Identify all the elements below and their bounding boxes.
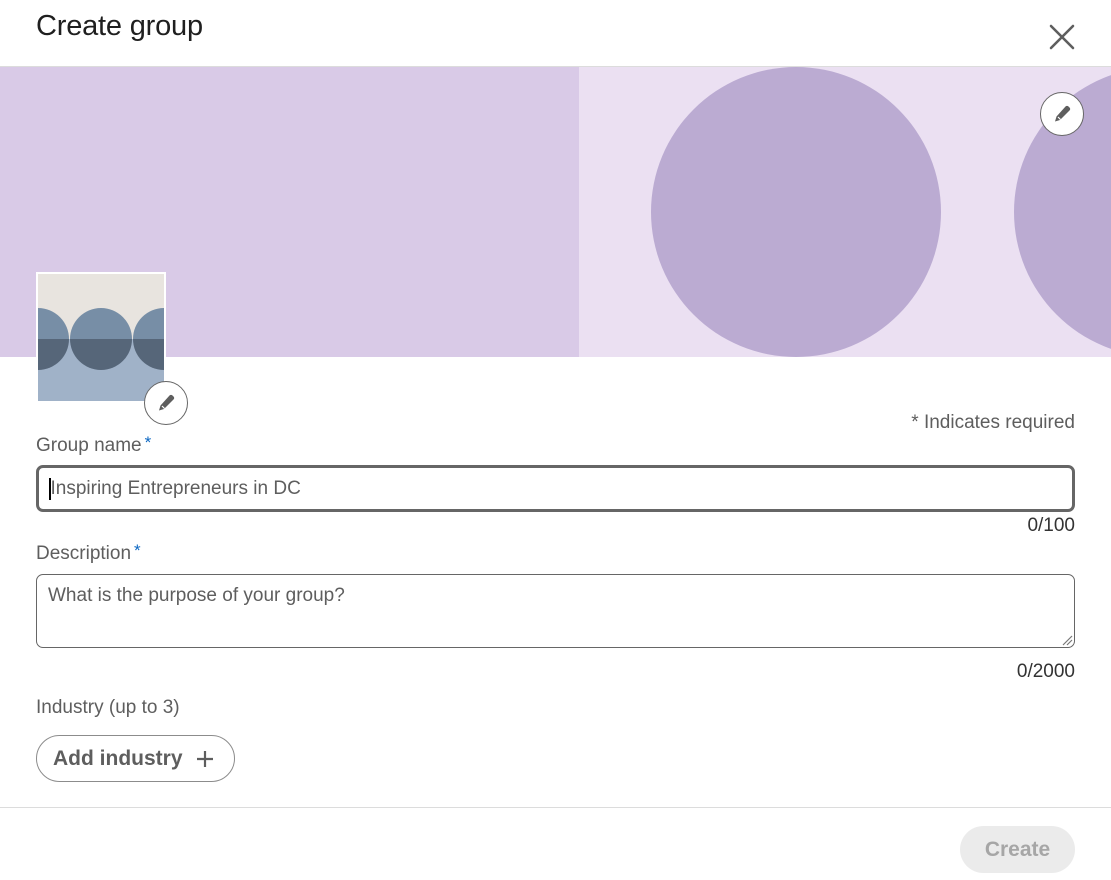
create-button[interactable]: Create xyxy=(960,826,1075,873)
add-industry-button[interactable]: Add industry xyxy=(36,735,235,782)
footer-divider xyxy=(0,807,1111,808)
required-asterisk: * xyxy=(134,541,141,560)
description-textarea[interactable]: What is the purpose of your group? xyxy=(36,574,1075,648)
cover-banner xyxy=(0,67,1111,357)
group-name-label: Group name * xyxy=(36,433,152,457)
plus-icon xyxy=(196,750,213,767)
group-name-counter: 0/100 xyxy=(1027,515,1075,536)
industry-label: Industry (up to 3) xyxy=(36,697,180,718)
dialog-title: Create group xyxy=(36,10,203,42)
group-name-placeholder: Inspiring Entrepreneurs in DC xyxy=(50,477,301,499)
group-name-label-text: Group name xyxy=(36,435,142,456)
pencil-icon xyxy=(159,394,175,411)
resize-handle-icon[interactable] xyxy=(1061,634,1073,646)
edit-banner-button[interactable] xyxy=(1040,92,1084,136)
description-label: Description * xyxy=(36,541,141,565)
pencil-icon xyxy=(1055,105,1071,122)
close-button[interactable] xyxy=(1038,13,1086,61)
banner-circle xyxy=(651,67,941,357)
description-placeholder: What is the purpose of your group? xyxy=(48,585,345,606)
logo-image xyxy=(38,274,164,401)
required-asterisk: * xyxy=(144,433,152,452)
required-note: * Indicates required xyxy=(911,412,1075,433)
description-counter: 0/2000 xyxy=(1016,661,1075,682)
add-industry-label: Add industry xyxy=(53,746,183,770)
group-name-input[interactable]: Inspiring Entrepreneurs in DC xyxy=(36,465,1075,512)
edit-logo-button[interactable] xyxy=(144,381,188,425)
group-logo xyxy=(36,272,166,401)
close-icon xyxy=(1049,24,1075,50)
description-label-text: Description xyxy=(36,543,132,564)
